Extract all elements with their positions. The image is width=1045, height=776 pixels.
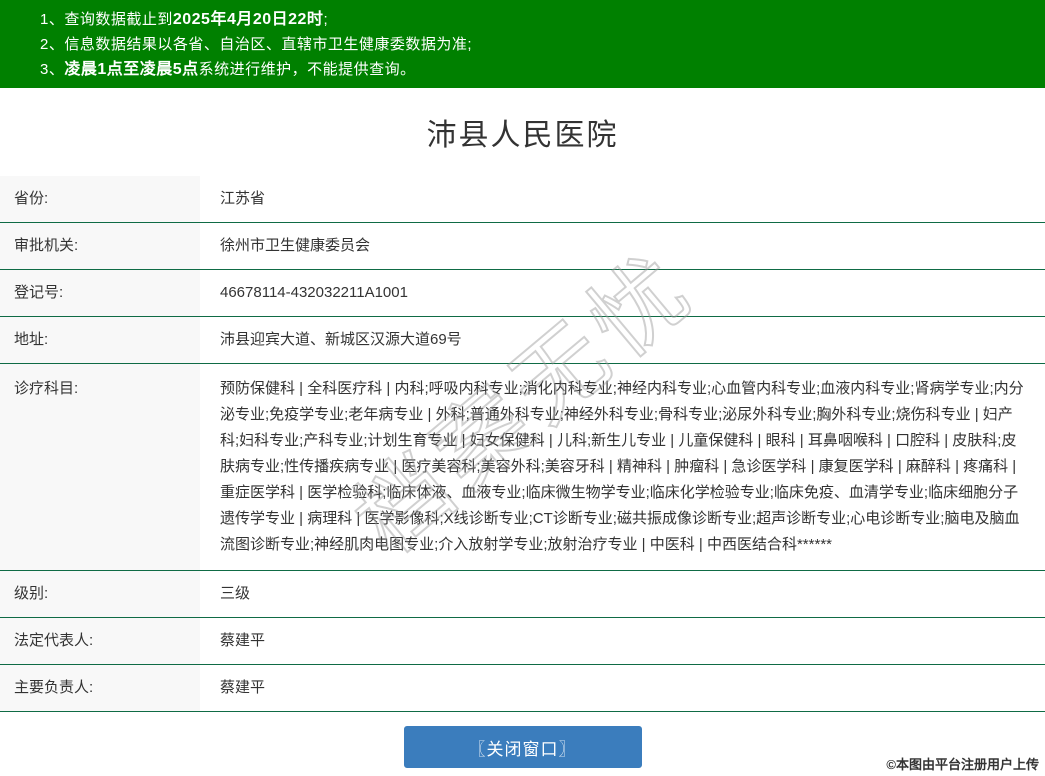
table-row: 审批机关: 徐州市卫生健康委员会: [0, 222, 1045, 270]
row-value-registration-number: 46678114-432032211A1001: [200, 269, 1045, 317]
notice-bold-text: 2025年4月20日22时: [172, 11, 324, 28]
notice-bold-text: 凌晨1点至凌晨5点: [64, 61, 199, 78]
table-row: 主要负责人: 蔡建平: [0, 664, 1045, 712]
row-value-address: 沛县迎宾大道、新城区汉源大道69号: [200, 316, 1045, 364]
row-label-approval-authority: 审批机关:: [0, 222, 200, 270]
table-row: 省份: 江苏省: [0, 176, 1045, 223]
row-label-province: 省份:: [0, 176, 200, 223]
row-label-legal-representative: 法定代表人:: [0, 617, 200, 665]
row-label-address: 地址:: [0, 316, 200, 364]
notice-line: 3、凌晨1点至凌晨5点系统进行维护，不能提供查询。: [40, 57, 1025, 82]
row-value-medical-subjects: 预防保健科 | 全科医疗科 | 内科;呼吸内科专业;消化内科专业;神经内科专业;…: [200, 363, 1045, 571]
table-row: 登记号: 46678114-432032211A1001: [0, 269, 1045, 317]
row-value-level: 三级: [200, 570, 1045, 618]
row-label-level: 级别:: [0, 570, 200, 618]
notice-text: 系统进行维护，不能提供查询。: [198, 61, 416, 78]
notice-text: 2、信息数据结果以各省、自治区、直辖市卫生健康委数据为准;: [40, 36, 473, 53]
row-value-approval-authority: 徐州市卫生健康委员会: [200, 222, 1045, 270]
button-row: 〖关闭窗口〗: [0, 726, 1045, 768]
notice-banner: 1、查询数据截止到2025年4月20日22时; 2、信息数据结果以各省、自治区、…: [0, 0, 1045, 88]
title-area: 沛县人民医院: [0, 88, 1045, 176]
row-label-registration-number: 登记号:: [0, 269, 200, 317]
row-value-province: 江苏省: [200, 176, 1045, 223]
table-row: 地址: 沛县迎宾大道、新城区汉源大道69号: [0, 316, 1045, 364]
close-window-button[interactable]: 〖关闭窗口〗: [403, 726, 642, 768]
table-row: 级别: 三级: [0, 570, 1045, 618]
notice-text: 3、: [40, 61, 65, 78]
hospital-info-table: 省份: 江苏省 审批机关: 徐州市卫生健康委员会 登记号: 46678114-4…: [0, 176, 1045, 712]
notice-line: 2、信息数据结果以各省、自治区、直辖市卫生健康委数据为准;: [40, 32, 1025, 57]
row-value-legal-representative: 蔡建平: [200, 617, 1045, 665]
notice-text: ;: [323, 11, 329, 28]
row-value-main-person-in-charge: 蔡建平: [200, 664, 1045, 712]
row-label-medical-subjects: 诊疗科目:: [0, 363, 200, 571]
row-label-main-person-in-charge: 主要负责人:: [0, 664, 200, 712]
page-title: 沛县人民医院: [426, 119, 619, 152]
table-row: 诊疗科目: 预防保健科 | 全科医疗科 | 内科;呼吸内科专业;消化内科专业;神…: [0, 363, 1045, 571]
notice-text: 1、查询数据截止到: [40, 11, 173, 28]
table-row: 法定代表人: 蔡建平: [0, 617, 1045, 665]
notice-line: 1、查询数据截止到2025年4月20日22时;: [40, 7, 1025, 32]
